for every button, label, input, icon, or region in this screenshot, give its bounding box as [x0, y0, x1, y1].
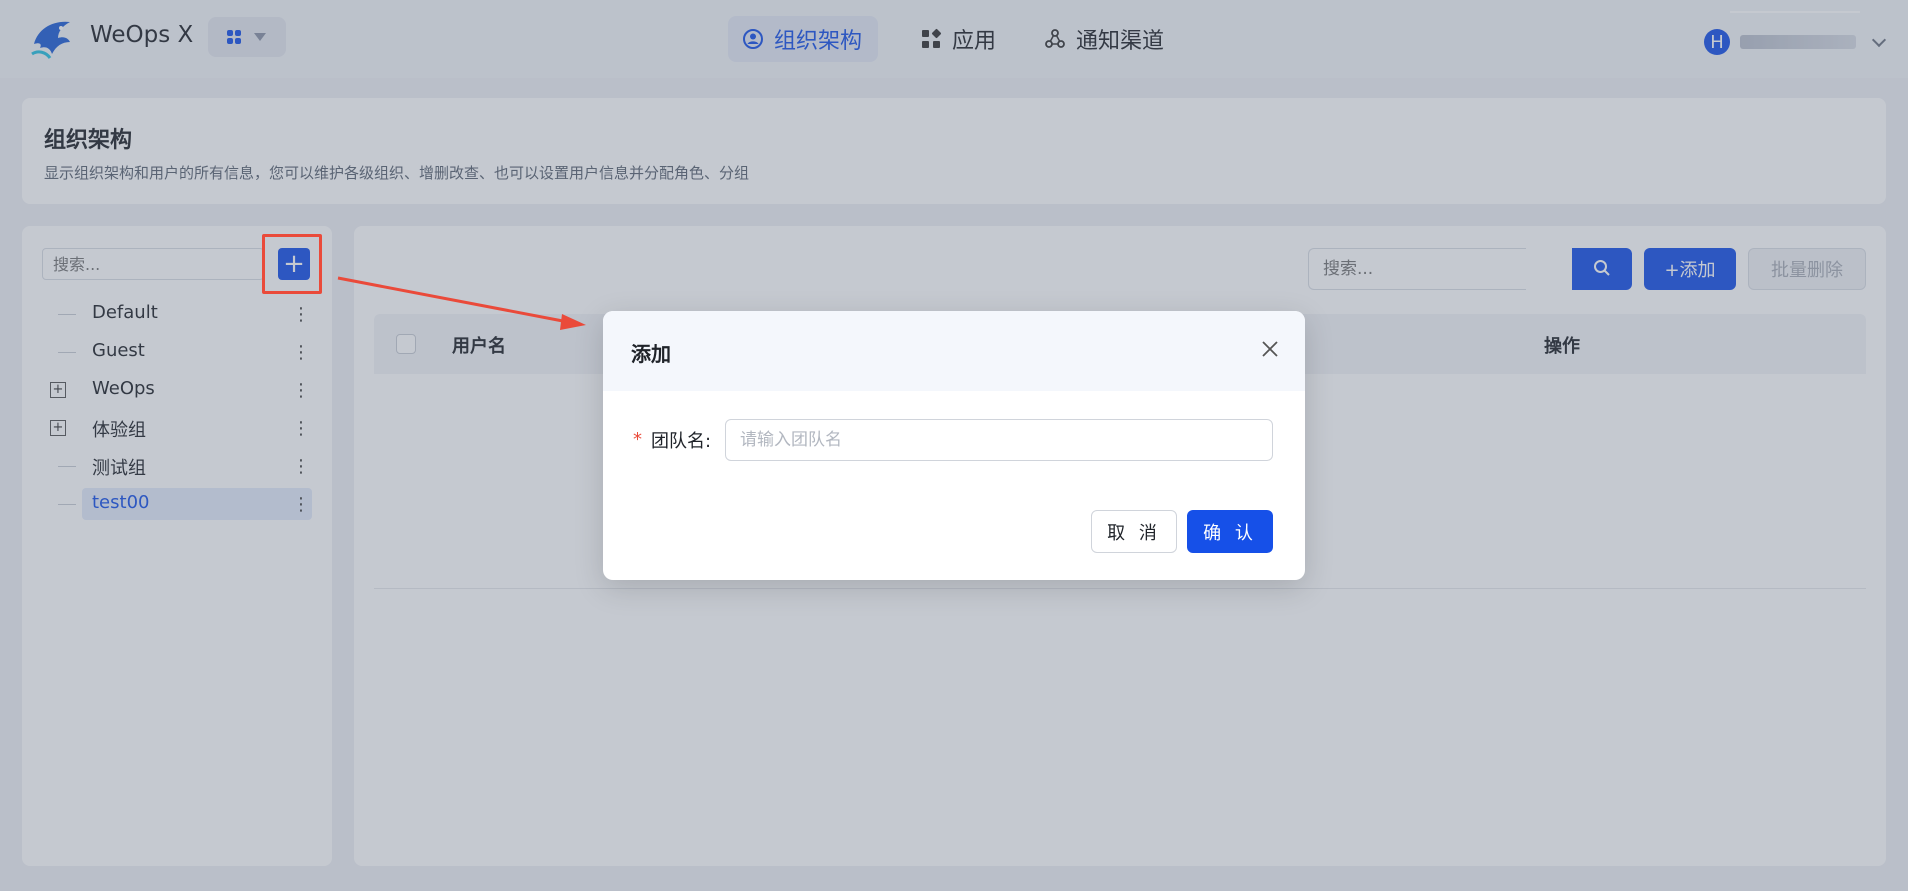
- dialog-title: 添加: [631, 342, 671, 366]
- dialog-header: 添加: [603, 311, 1305, 391]
- confirm-button[interactable]: 确 认: [1187, 510, 1273, 553]
- close-icon: [1262, 340, 1278, 357]
- required-mark: *: [633, 429, 642, 450]
- team-name-label: 团队名:: [651, 431, 712, 452]
- team-name-input[interactable]: [725, 419, 1273, 461]
- annotation-highlight-box: [262, 234, 322, 294]
- add-team-dialog: 添加 * 团队名: 取 消 确 认: [603, 311, 1305, 580]
- cancel-button[interactable]: 取 消: [1091, 510, 1177, 553]
- close-button[interactable]: [1255, 335, 1285, 365]
